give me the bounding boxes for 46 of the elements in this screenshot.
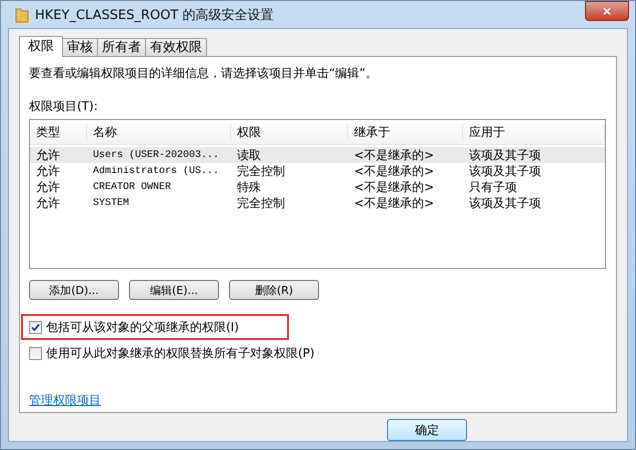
table-cell-text: 该项及其子项 [468, 162, 542, 180]
table-cell-text: 允许 [35, 194, 61, 212]
tab[interactable]: 审核 [62, 38, 98, 56]
window-title: HKEY_CLASSES_ROOT 的高级安全设置 [35, 6, 275, 24]
table-cell-text: CREATOR OWNER [92, 182, 172, 192]
table-cell-text: 该项及其子项 [468, 146, 542, 164]
table-cell-text: 完全控制 [236, 194, 286, 212]
list-row[interactable]: 允许 CREATOR OWNER 特殊 <不是继承的> 只有子项 [30, 179, 605, 195]
table-cell-text: Administrators (US... [92, 166, 220, 176]
column-header[interactable]: 类型 [30, 124, 87, 140]
checkbox[interactable] [29, 346, 42, 360]
manage-link[interactable]: 管理权限项目 [29, 392, 101, 409]
table-cell-text: 该项及其子项 [468, 194, 542, 212]
table-cell-text: 只有子项 [468, 178, 518, 196]
list-label: 权限项目(T): [29, 98, 99, 115]
tab[interactable]: 所有者 [97, 38, 146, 56]
table-cell-text: 允许 [35, 162, 61, 180]
list-row[interactable]: 允许 SYSTEM 完全控制 <不是继承的> 该项及其子项 [30, 195, 605, 211]
action-button[interactable]: 添加(D)... [29, 280, 119, 300]
table-cell-text: 完全控制 [236, 162, 286, 180]
column-header[interactable]: 权限 [231, 124, 348, 140]
table-cell-text: <不是继承的> [353, 146, 436, 164]
tab[interactable]: 有效权限 [145, 38, 207, 56]
table-cell-text: 允许 [35, 178, 61, 196]
checkbox-label: 使用可从此对象继承的权限替换所有子对象权限(P) [46, 344, 315, 362]
folder-icon [15, 6, 29, 22]
column-header[interactable]: 应用于 [463, 124, 605, 140]
list-row[interactable]: 允许 Users (USER-202003... 读取 <不是继承的> 该项及其子项 [30, 147, 605, 163]
ok-button[interactable]: 确定 [387, 419, 467, 441]
checkbox[interactable] [29, 320, 42, 334]
table-cell-text: <不是继承的> [353, 162, 436, 180]
column-header[interactable]: 名称 [87, 124, 231, 140]
table-cell-text: <不是继承的> [353, 194, 436, 212]
checkbox-label: 包括可从该对象的父项继承的权限(I) [46, 318, 239, 336]
table-cell-text: 特殊 [236, 178, 262, 196]
table-cell-text: Users (USER-202003... [92, 150, 220, 160]
action-button[interactable]: 编辑(E)... [129, 280, 219, 300]
table-cell-text: 允许 [35, 146, 61, 164]
list-row[interactable]: 允许 Administrators (US... 完全控制 <不是继承的> 该项及其子项 [30, 163, 605, 179]
action-button[interactable]: 删除(R) [229, 280, 319, 300]
table-cell-text: SYSTEM [92, 198, 130, 208]
tab[interactable]: 权限 [19, 36, 63, 57]
table-cell-text: <不是继承的> [353, 178, 436, 196]
column-header[interactable]: 继承于 [348, 124, 463, 140]
instruction-text: 要查看或编辑权限项目的详细信息，请选择该项目并单击“编辑”。 [29, 65, 378, 82]
table-cell-text: 读取 [236, 146, 262, 164]
